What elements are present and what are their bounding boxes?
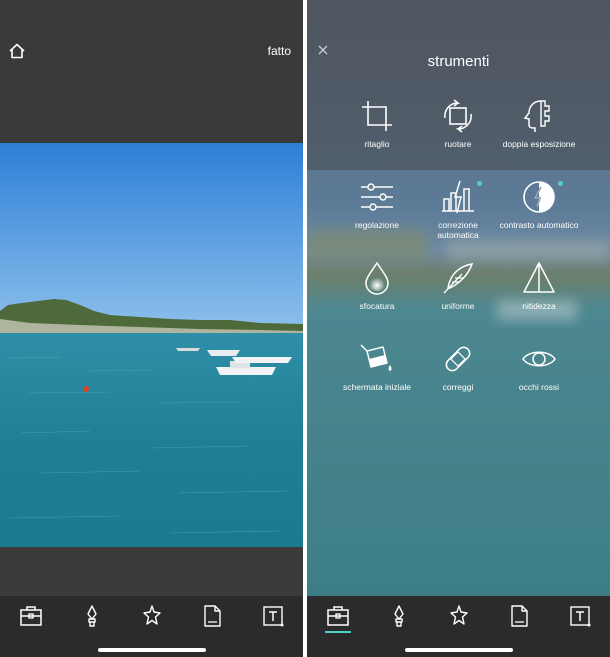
tool-auto-contrast[interactable]: contrasto automatico [499, 179, 579, 230]
sparkle-icon[interactable] [140, 604, 164, 628]
text-icon[interactable] [568, 604, 592, 628]
crop-icon [359, 98, 395, 134]
tool-label: contrasto automatico [499, 220, 579, 230]
auto-correct-icon [440, 179, 482, 215]
tool-label: nitidezza [522, 301, 556, 311]
tool-label: occhi rossi [518, 382, 560, 392]
tool-auto-correct[interactable]: correzione automatica [418, 179, 498, 240]
tool-label: sfocatura [359, 301, 395, 311]
toolbox-icon[interactable] [19, 604, 43, 628]
eye-icon [521, 341, 557, 377]
tool-rotate[interactable]: ruotare [418, 98, 498, 149]
triangle-sharpen-icon [521, 260, 557, 296]
active-tab-indicator [325, 631, 351, 633]
double-exposure-icon [521, 98, 557, 134]
blur-drop-icon [359, 260, 395, 296]
home-indicator [405, 648, 513, 652]
tools-screen: strumenti ritaglio ruotare doppia esposi… [307, 0, 610, 657]
tool-sharpen[interactable]: nitidezza [499, 260, 579, 311]
auto-contrast-icon [521, 179, 563, 215]
home-indicator [98, 648, 206, 652]
tool-red-eye[interactable]: occhi rossi [499, 341, 579, 392]
sparkle-icon[interactable] [447, 604, 471, 628]
panel-title: strumenti [427, 53, 490, 70]
toolbox-icon[interactable] [326, 604, 350, 628]
bandage-icon [440, 341, 476, 377]
rotate-icon [440, 98, 476, 134]
text-icon[interactable] [261, 604, 285, 628]
editor-screen: fatto [0, 0, 303, 657]
tool-smooth[interactable]: uniforme [418, 260, 498, 311]
document-icon[interactable] [507, 604, 531, 628]
done-button[interactable]: fatto [268, 44, 291, 58]
sliders-icon [359, 179, 395, 215]
tool-label: regolazione [355, 220, 399, 230]
tool-label: ruotare [444, 139, 472, 149]
tool-healing[interactable]: correggi [418, 341, 498, 392]
home-icon[interactable] [7, 42, 27, 60]
tool-label: correggi [442, 382, 474, 392]
tool-label: uniforme [441, 301, 475, 311]
new-badge [558, 181, 563, 186]
tool-label: correzione automatica [437, 220, 479, 240]
tool-adjust[interactable]: regolazione [337, 179, 417, 230]
brush-icon[interactable] [80, 604, 104, 628]
new-badge [477, 181, 482, 186]
tool-blur[interactable]: sfocatura [337, 260, 417, 311]
feather-icon [440, 260, 476, 296]
tool-label: doppia esposizione [502, 139, 576, 149]
tool-label: schermata iniziale [342, 382, 412, 392]
paint-bucket-icon [359, 341, 395, 377]
tool-double-exposure[interactable]: doppia esposizione [499, 98, 579, 149]
brush-icon[interactable] [387, 604, 411, 628]
tool-label: ritaglio [364, 139, 390, 149]
tool-crop[interactable]: ritaglio [337, 98, 417, 149]
tool-splash-screen[interactable]: schermata iniziale [337, 341, 417, 392]
photo-canvas[interactable] [0, 143, 303, 547]
document-icon[interactable] [200, 604, 224, 628]
